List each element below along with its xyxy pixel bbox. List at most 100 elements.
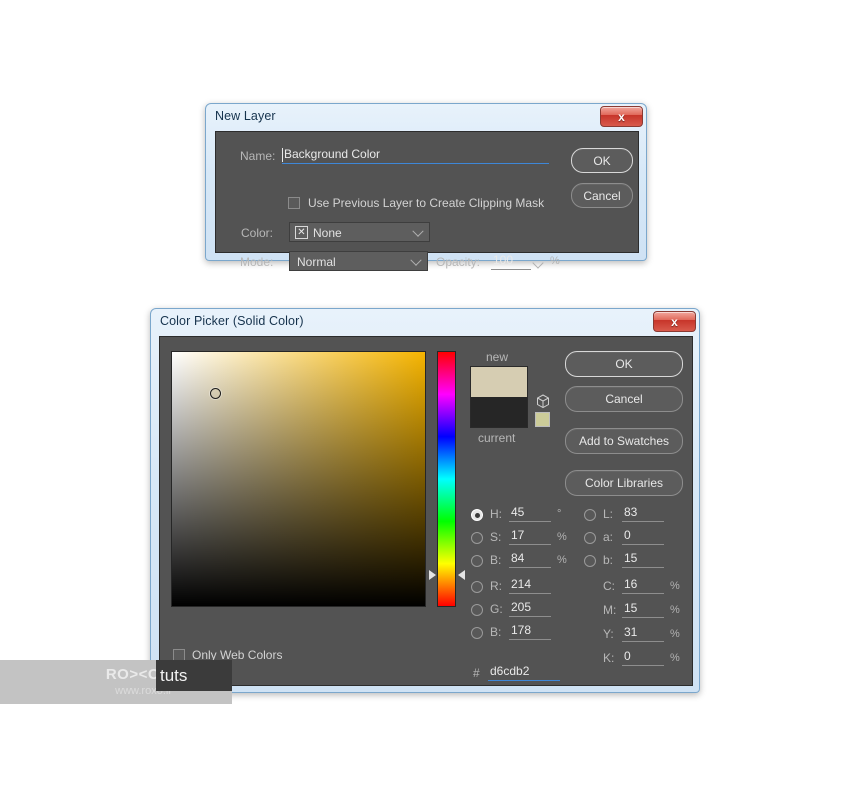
- new-layer-panel: Name: Background Color Use Previous Laye…: [215, 131, 639, 271]
- value-s: 17: [511, 528, 525, 542]
- clipping-mask-checkbox[interactable]: [288, 197, 300, 209]
- value-m: 15: [624, 601, 638, 615]
- label-s: S:: [490, 530, 502, 544]
- no-color-icon: ✕: [295, 226, 308, 239]
- value-g: 205: [511, 600, 532, 614]
- label-b: B:: [490, 553, 502, 567]
- input-g[interactable]: 205: [509, 600, 551, 617]
- input-y[interactable]: 31: [622, 625, 664, 642]
- value-h: 45: [511, 505, 525, 519]
- opacity-label: Opacity:: [436, 255, 481, 269]
- text-cursor: [282, 148, 283, 162]
- input-b[interactable]: 15: [622, 551, 664, 568]
- color-picker-titlebar[interactable]: Color Picker (Solid Color) x: [151, 309, 699, 336]
- radio-b[interactable]: [471, 555, 483, 567]
- color-label: Color:: [241, 226, 274, 240]
- hex-value: d6cdb2: [490, 664, 530, 678]
- opacity-input[interactable]: 100: [491, 253, 531, 270]
- name-label: Name:: [240, 149, 276, 163]
- label-m: M:: [603, 603, 617, 617]
- radio-l[interactable]: [584, 509, 596, 521]
- unit-s: %: [557, 531, 567, 543]
- label-r: R:: [490, 579, 502, 593]
- web-safe-color-swatch[interactable]: [535, 412, 550, 427]
- unit-k: %: [670, 652, 680, 664]
- hue-slider-handle-right[interactable]: [458, 570, 465, 580]
- value-b: 178: [511, 623, 532, 637]
- layer-name-value: Background Color: [284, 147, 381, 161]
- label-y: Y:: [603, 627, 614, 641]
- new-layer-dialog: New Layer x Name: Background Color Use P…: [205, 103, 647, 271]
- out-of-gamut-cube-icon[interactable]: [536, 394, 550, 409]
- input-c[interactable]: 16: [622, 577, 664, 594]
- new-color-label: new: [486, 350, 509, 364]
- input-r[interactable]: 214: [509, 577, 551, 594]
- blend-mode-select[interactable]: Normal: [289, 251, 428, 271]
- radio-g[interactable]: [471, 604, 483, 616]
- opacity-unit: %: [550, 255, 560, 267]
- label-g: G:: [490, 602, 503, 616]
- new-layer-titlebar[interactable]: New Layer x: [206, 104, 646, 131]
- layer-color-select[interactable]: ✕ None: [289, 222, 430, 242]
- radio-s[interactable]: [471, 532, 483, 544]
- clipping-mask-label: Use Previous Layer to Create Clipping Ma…: [308, 196, 545, 210]
- new-color-swatch[interactable]: [471, 367, 527, 397]
- value-b: 84: [511, 551, 525, 565]
- value-r: 214: [511, 577, 532, 591]
- current-color-label: current: [478, 431, 516, 445]
- input-b[interactable]: 84: [509, 551, 551, 568]
- input-s[interactable]: 17: [509, 528, 551, 545]
- new-layer-cancel-button[interactable]: Cancel: [571, 183, 633, 208]
- label-h: H:: [490, 507, 502, 521]
- input-a[interactable]: 0: [622, 528, 664, 545]
- input-l[interactable]: 83: [622, 505, 664, 522]
- close-icon[interactable]: x: [600, 106, 643, 127]
- radio-r[interactable]: [471, 581, 483, 593]
- input-h[interactable]: 45: [509, 505, 551, 522]
- unit-c: %: [670, 580, 680, 592]
- color-libraries-button[interactable]: Color Libraries: [565, 470, 683, 496]
- new-layer-ok-button[interactable]: OK: [571, 148, 633, 173]
- value-y: 31: [624, 625, 638, 639]
- label-l: L:: [603, 507, 614, 521]
- add-to-swatches-button[interactable]: Add to Swatches: [565, 428, 683, 454]
- value-a: 0: [624, 528, 631, 542]
- radio-a[interactable]: [584, 532, 596, 544]
- value-k: 0: [624, 649, 631, 663]
- chevron-down-icon: [412, 225, 424, 237]
- color-picker-panel: new current OK Cancel Add to Swatches Co…: [159, 336, 693, 686]
- chevron-down-icon: [410, 254, 422, 266]
- brightness-gradient: [172, 352, 425, 606]
- color-picker-cancel-button[interactable]: Cancel: [565, 386, 683, 412]
- hex-input[interactable]: d6cdb2: [488, 664, 560, 681]
- watermark-logo: RO><O: [105, 666, 160, 683]
- label-b: b:: [603, 553, 614, 567]
- watermark-tuts-label: tuts: [156, 660, 232, 691]
- label-k: K:: [603, 651, 615, 665]
- saturation-brightness-field[interactable]: [171, 351, 426, 607]
- hex-symbol-label: #: [473, 666, 480, 680]
- layer-name-input[interactable]: Background Color: [282, 147, 549, 164]
- value-c: 16: [624, 577, 638, 591]
- unit-m: %: [670, 604, 680, 616]
- close-icon[interactable]: x: [653, 311, 696, 332]
- radio-b[interactable]: [584, 555, 596, 567]
- current-color-swatch[interactable]: [471, 397, 527, 427]
- input-m[interactable]: 15: [622, 601, 664, 618]
- radio-b[interactable]: [471, 627, 483, 639]
- color-picker-dialog: Color Picker (Solid Color) x new current…: [150, 308, 700, 693]
- blend-mode-value: Normal: [297, 255, 336, 269]
- input-b[interactable]: 178: [509, 623, 551, 640]
- hue-slider[interactable]: [437, 351, 456, 607]
- radio-h[interactable]: [471, 509, 483, 521]
- label-b: B:: [490, 625, 502, 639]
- opacity-chevron-down-icon[interactable]: [532, 257, 544, 269]
- value-b: 15: [624, 551, 638, 565]
- hue-slider-handle-left[interactable]: [429, 570, 436, 580]
- label-a: a:: [603, 530, 614, 544]
- color-preview-box: [470, 366, 528, 428]
- color-picker-ok-button[interactable]: OK: [565, 351, 683, 377]
- unit-h: °: [557, 508, 562, 520]
- color-picker-title: Color Picker (Solid Color): [160, 314, 304, 328]
- input-k[interactable]: 0: [622, 649, 664, 666]
